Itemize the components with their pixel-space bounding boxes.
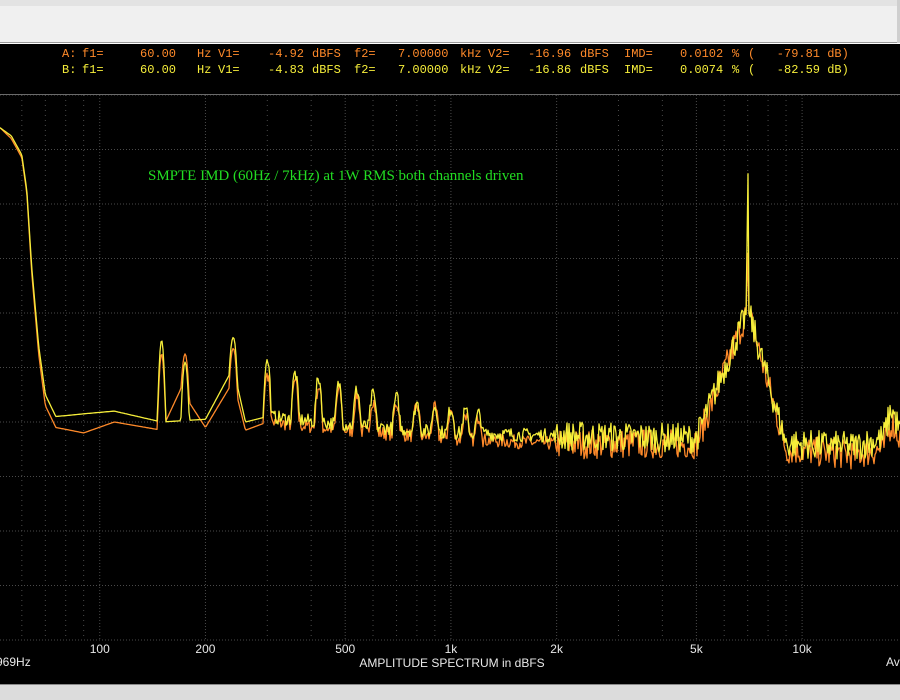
v2-label: V2= [488,47,510,61]
x-tick-label: 200 [195,642,215,656]
f1-value: 60.00 [140,47,177,61]
v1-value: -4.92 [268,47,305,61]
f2-label: f2= [354,63,376,77]
x-axis-label: AMPLITUDE SPECTRUM in dBFS [359,656,544,670]
v1-value: -4.83 [268,63,305,77]
window-title-bar [0,0,900,43]
imd-label: IMD= [624,63,653,77]
channel-b-label: B: [62,63,77,77]
f2-unit: kHz [460,63,482,77]
x-tick-label: 100 [90,642,110,656]
f2-label: f2= [354,47,376,61]
status-bar [0,684,900,700]
f1-unit: Hz [197,47,212,61]
x-tick-label: 5k [690,642,704,656]
spectrum-plot-window: SMPTE IMD (60Hz / 7kHz) at 1W RMS both c… [0,44,900,684]
x-tick-labels: 100 200 500 1k 2k 5k 10k [90,642,813,656]
measurement-readout: A: f1= 60.00 Hz V1= -4.92 dBFS f2= 7.000… [0,44,900,80]
x-edge-label-right: Av [886,655,900,669]
f1-label: f1= [82,47,104,61]
imd-db: ( -79.81 dB) [748,47,849,61]
spectrum-chart: SMPTE IMD (60Hz / 7kHz) at 1W RMS both c… [0,94,900,670]
v1-label: V1= [218,47,240,61]
channel-a-label: A: [62,47,77,61]
x-tick-label: 1k [445,642,459,656]
v2-label: V2= [488,63,510,77]
f2-unit: kHz [460,47,482,61]
readout-separator [0,94,900,95]
imd-label: IMD= [624,47,653,61]
f1-value: 60.00 [140,63,177,77]
v2-value: -16.96 [528,47,572,61]
f2-value: 7.00000 [398,47,449,61]
v1-unit: dBFS [312,63,341,77]
imd-value: 0.0074 [680,63,724,77]
v2-value: -16.86 [528,63,572,77]
v1-unit: dBFS [312,47,341,61]
v2-unit: dBFS [580,63,609,77]
f2-value: 7.00000 [398,63,449,77]
imd-unit: % [732,47,740,61]
v1-label: V1= [218,63,240,77]
x-tick-label: 10k [792,642,812,656]
v2-unit: dBFS [580,47,609,61]
x-tick-label: 2k [550,642,564,656]
imd-db: ( -82.59 dB) [748,63,849,77]
imd-unit: % [732,63,740,77]
imd-value: 0.0102 [680,47,724,61]
chart-annotation: SMPTE IMD (60Hz / 7kHz) at 1W RMS both c… [148,168,524,184]
x-edge-label-left: 969Hz [0,655,31,669]
title-bar-highlight [0,0,900,6]
x-tick-label: 500 [335,642,355,656]
readout-row-a: A: f1= 60.00 Hz V1= -4.92 dBFS f2= 7.000… [0,47,900,63]
readout-row-b: B: f1= 60.00 Hz V1= -4.83 dBFS f2= 7.000… [0,63,900,79]
f1-label: f1= [82,63,104,77]
f1-unit: Hz [197,63,212,77]
